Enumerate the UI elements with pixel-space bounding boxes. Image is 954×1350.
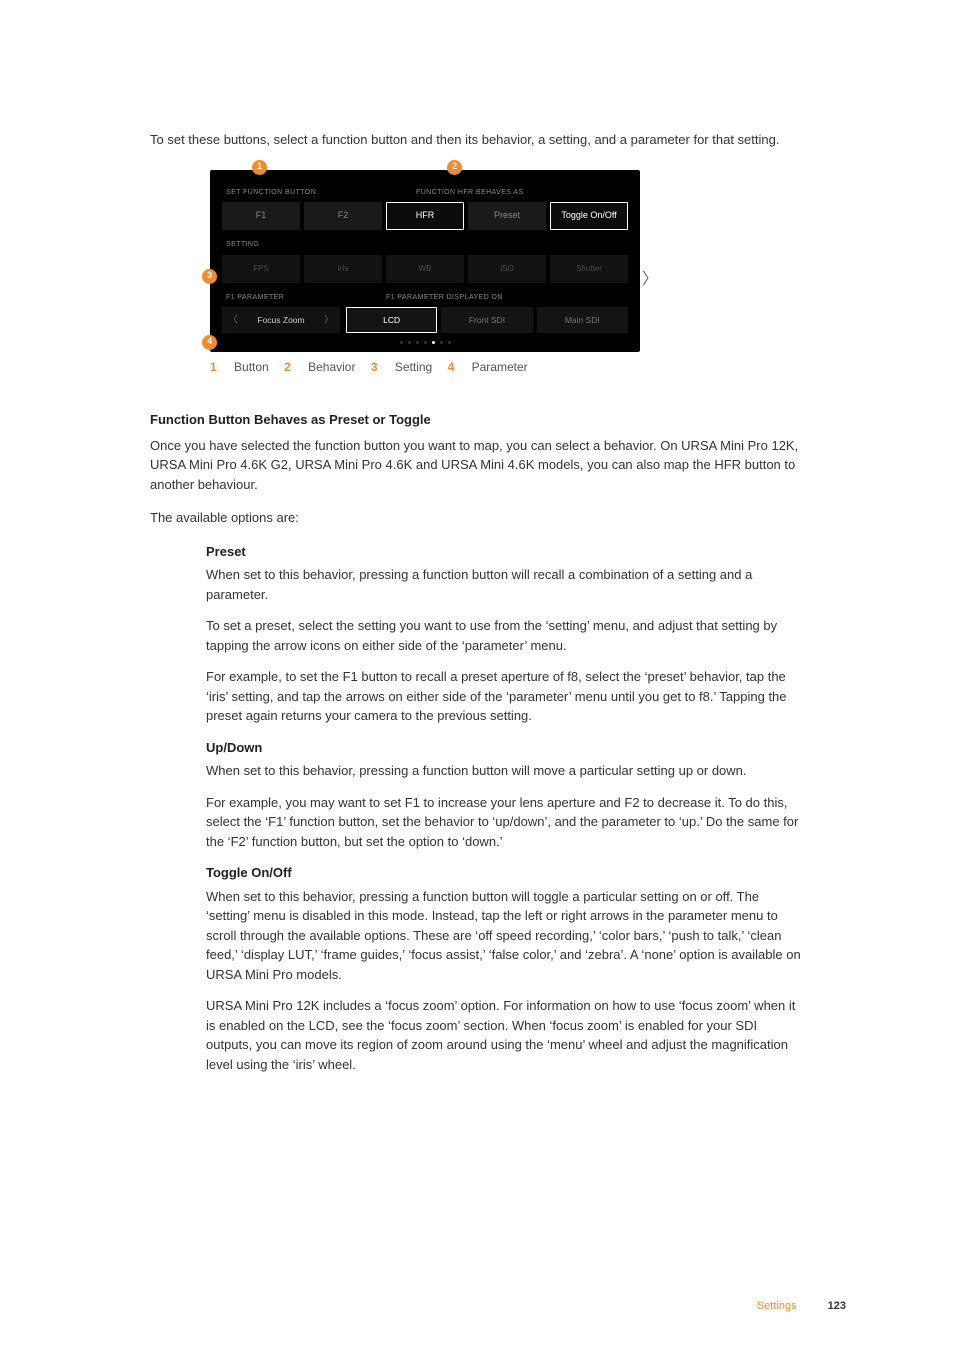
header-set-function: SET FUNCTION BUTTON: [222, 188, 352, 199]
para-intro-1: Once you have selected the function butt…: [150, 436, 804, 495]
chevron-left-icon[interactable]: 〈: [226, 313, 240, 328]
preset-p3: For example, to set the F1 button to rec…: [206, 667, 804, 726]
next-page-icon[interactable]: 〉: [642, 268, 658, 292]
footer-page-number: 123: [828, 1300, 846, 1312]
header-function-behaves: FUNCTION HFR BEHAVES AS: [352, 188, 524, 199]
para-intro-2: The available options are:: [150, 508, 804, 528]
label-f1-parameter-displayed: F1 PARAMETER DISPLAYED ON: [386, 293, 503, 304]
pagination-dots[interactable]: [222, 339, 628, 344]
toggle-p1: When set to this behavior, pressing a fu…: [206, 887, 804, 985]
updown-p1: When set to this behavior, pressing a fu…: [206, 761, 804, 781]
behavior-toggle[interactable]: Toggle On/Off: [550, 202, 628, 230]
footer-section: Settings: [757, 1300, 797, 1312]
callout-2: 2: [447, 160, 462, 175]
setting-iso[interactable]: ISO: [468, 255, 546, 283]
behavior-preset[interactable]: Preset: [468, 202, 546, 230]
setting-fps[interactable]: FPS: [222, 255, 300, 283]
heading-function-button: Function Button Behaves as Preset or Tog…: [150, 410, 804, 430]
callout-1: 1: [252, 160, 267, 175]
heading-preset: Preset: [206, 542, 804, 562]
setting-wb[interactable]: WB: [386, 255, 464, 283]
button-hfr[interactable]: HFR: [386, 202, 464, 230]
settings-figure: 1 2 3 4 SET FUNCTION BUTTON FUNCTION HFR…: [210, 170, 640, 353]
display-lcd[interactable]: LCD: [346, 307, 437, 333]
preset-p2: To set a preset, select the setting you …: [206, 616, 804, 655]
preset-p1: When set to this behavior, pressing a fu…: [206, 565, 804, 604]
setting-shutter[interactable]: Shutter: [550, 255, 628, 283]
heading-toggle: Toggle On/Off: [206, 863, 804, 883]
parameter-value: Focus Zoom: [257, 314, 304, 327]
intro-paragraph: To set these buttons, select a function …: [150, 130, 804, 150]
updown-p2: For example, you may want to set F1 to i…: [206, 793, 804, 852]
callout-3: 3: [202, 269, 217, 284]
display-front-sdi[interactable]: Front SDI: [441, 307, 532, 333]
display-main-sdi[interactable]: Main SDI: [537, 307, 628, 333]
callout-4: 4: [202, 335, 217, 350]
setting-iris[interactable]: Iris: [304, 255, 382, 283]
button-f2[interactable]: F2: [304, 202, 382, 230]
parameter-spinner[interactable]: 〈 Focus Zoom 〉: [222, 307, 340, 333]
toggle-p2: URSA Mini Pro 12K includes a ‘focus zoom…: [206, 996, 804, 1074]
figure-legend: 1 Button 2 Behavior 3 Setting 4 Paramete…: [210, 358, 804, 376]
page-footer: Settings 123: [757, 1298, 846, 1315]
button-f1[interactable]: F1: [222, 202, 300, 230]
label-f1-parameter: F1 PARAMETER: [226, 293, 386, 304]
chevron-right-icon[interactable]: 〉: [322, 313, 336, 328]
label-setting: SETTING: [226, 240, 259, 251]
heading-updown: Up/Down: [206, 738, 804, 758]
